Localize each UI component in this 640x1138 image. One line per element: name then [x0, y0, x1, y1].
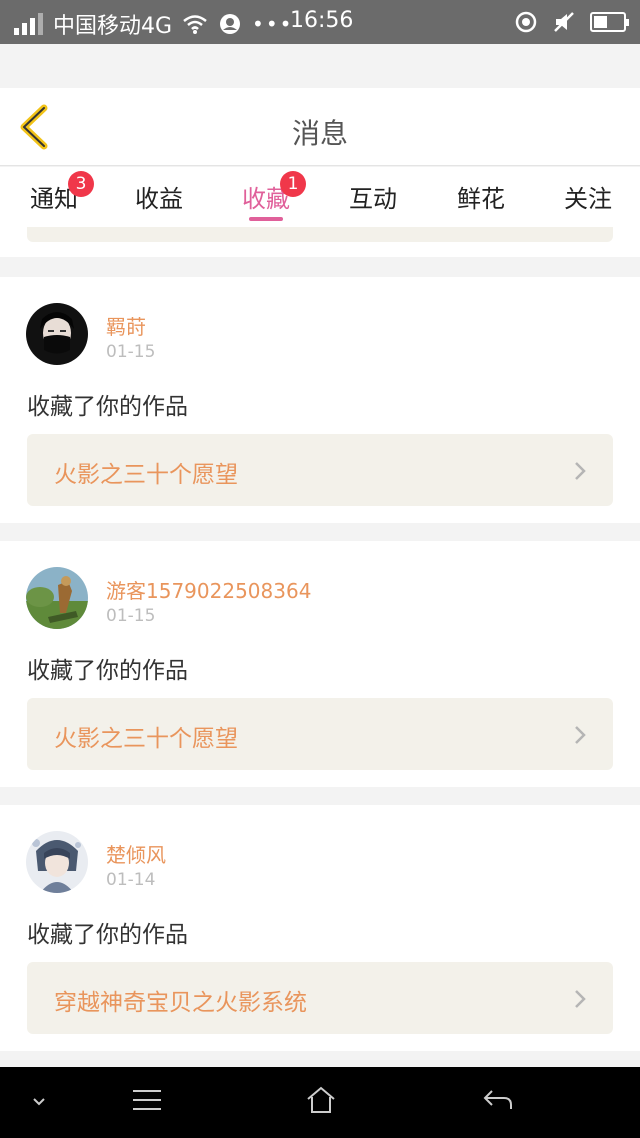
collapse-nav-button[interactable] — [30, 1095, 48, 1109]
tab-label: 互动 — [349, 185, 397, 213]
back-nav-button[interactable] — [482, 1087, 514, 1113]
previous-work-link[interactable] — [27, 227, 613, 242]
location-icon — [515, 11, 537, 33]
wifi-icon — [183, 15, 207, 34]
previous-card — [0, 227, 640, 257]
message-text: 收藏了你的作品 — [27, 922, 188, 948]
tab-flowers[interactable]: 鲜花 — [427, 179, 535, 214]
message-text: 收藏了你的作品 — [27, 658, 188, 684]
avatar[interactable] — [26, 567, 88, 629]
active-tab-indicator — [249, 217, 283, 221]
username[interactable]: 羁莳 — [106, 311, 146, 340]
home-button[interactable] — [305, 1085, 337, 1115]
username[interactable]: 游客1579022508364 — [106, 575, 311, 604]
header: 消息 — [0, 88, 640, 166]
message-card: 羁莳 01-15 收藏了你的作品 火影之三十个愿望 — [0, 277, 640, 523]
system-nav-bar — [0, 1067, 640, 1138]
message-date: 01-15 — [106, 342, 156, 362]
chevron-right-icon — [575, 990, 586, 1008]
clock: 16:56 — [290, 8, 354, 33]
work-title: 火影之三十个愿望 — [54, 726, 238, 752]
message-list[interactable]: 羁莳 01-15 收藏了你的作品 火影之三十个愿望 游客157902250836… — [0, 227, 640, 1067]
carrier-label: 中国移动4G — [53, 14, 173, 39]
work-title: 火影之三十个愿望 — [54, 462, 238, 488]
work-title: 穿越神奇宝贝之火影系统 — [54, 990, 307, 1016]
chevron-right-icon — [575, 462, 586, 480]
signal-icon — [14, 13, 43, 35]
tab-favorites[interactable]: 收藏 1 — [212, 171, 320, 214]
tab-label: 鲜花 — [457, 185, 505, 213]
work-link[interactable]: 火影之三十个愿望 — [27, 434, 613, 506]
message-card: 楚倾风 01-14 收藏了你的作品 穿越神奇宝贝之火影系统 — [0, 805, 640, 1051]
tab-label: 关注 — [564, 185, 612, 213]
battery-icon — [590, 12, 629, 32]
work-link[interactable]: 火影之三十个愿望 — [27, 698, 613, 770]
message-card: 游客1579022508364 01-15 收藏了你的作品 火影之三十个愿望 — [0, 541, 640, 787]
work-link[interactable]: 穿越神奇宝贝之火影系统 — [27, 962, 613, 1034]
status-bar: 中国移动4G ••• 16:56 — [0, 0, 640, 44]
menu-button[interactable] — [131, 1087, 163, 1113]
unread-badge: 1 — [280, 171, 306, 197]
chevron-right-icon — [575, 726, 586, 744]
message-date: 01-14 — [106, 870, 156, 890]
unread-badge: 3 — [68, 171, 94, 197]
app-notification-icon — [220, 14, 241, 34]
avatar[interactable] — [26, 831, 88, 893]
tab-interactions[interactable]: 互动 — [319, 179, 427, 214]
tab-notifications[interactable]: 通知 3 — [0, 171, 108, 214]
message-date: 01-15 — [106, 606, 156, 626]
tab-label: 收益 — [135, 185, 183, 213]
username[interactable]: 楚倾风 — [106, 839, 166, 868]
avatar[interactable] — [26, 303, 88, 365]
tab-bar: 通知 3 收益 收藏 1 互动 鲜花 关注 — [0, 167, 640, 227]
message-text: 收藏了你的作品 — [27, 394, 188, 420]
more-dots-icon: ••• — [252, 12, 294, 36]
tab-follows[interactable]: 关注 — [534, 179, 640, 214]
page-title: 消息 — [291, 117, 348, 150]
tab-earnings[interactable]: 收益 — [105, 179, 213, 214]
mute-icon — [554, 12, 574, 32]
